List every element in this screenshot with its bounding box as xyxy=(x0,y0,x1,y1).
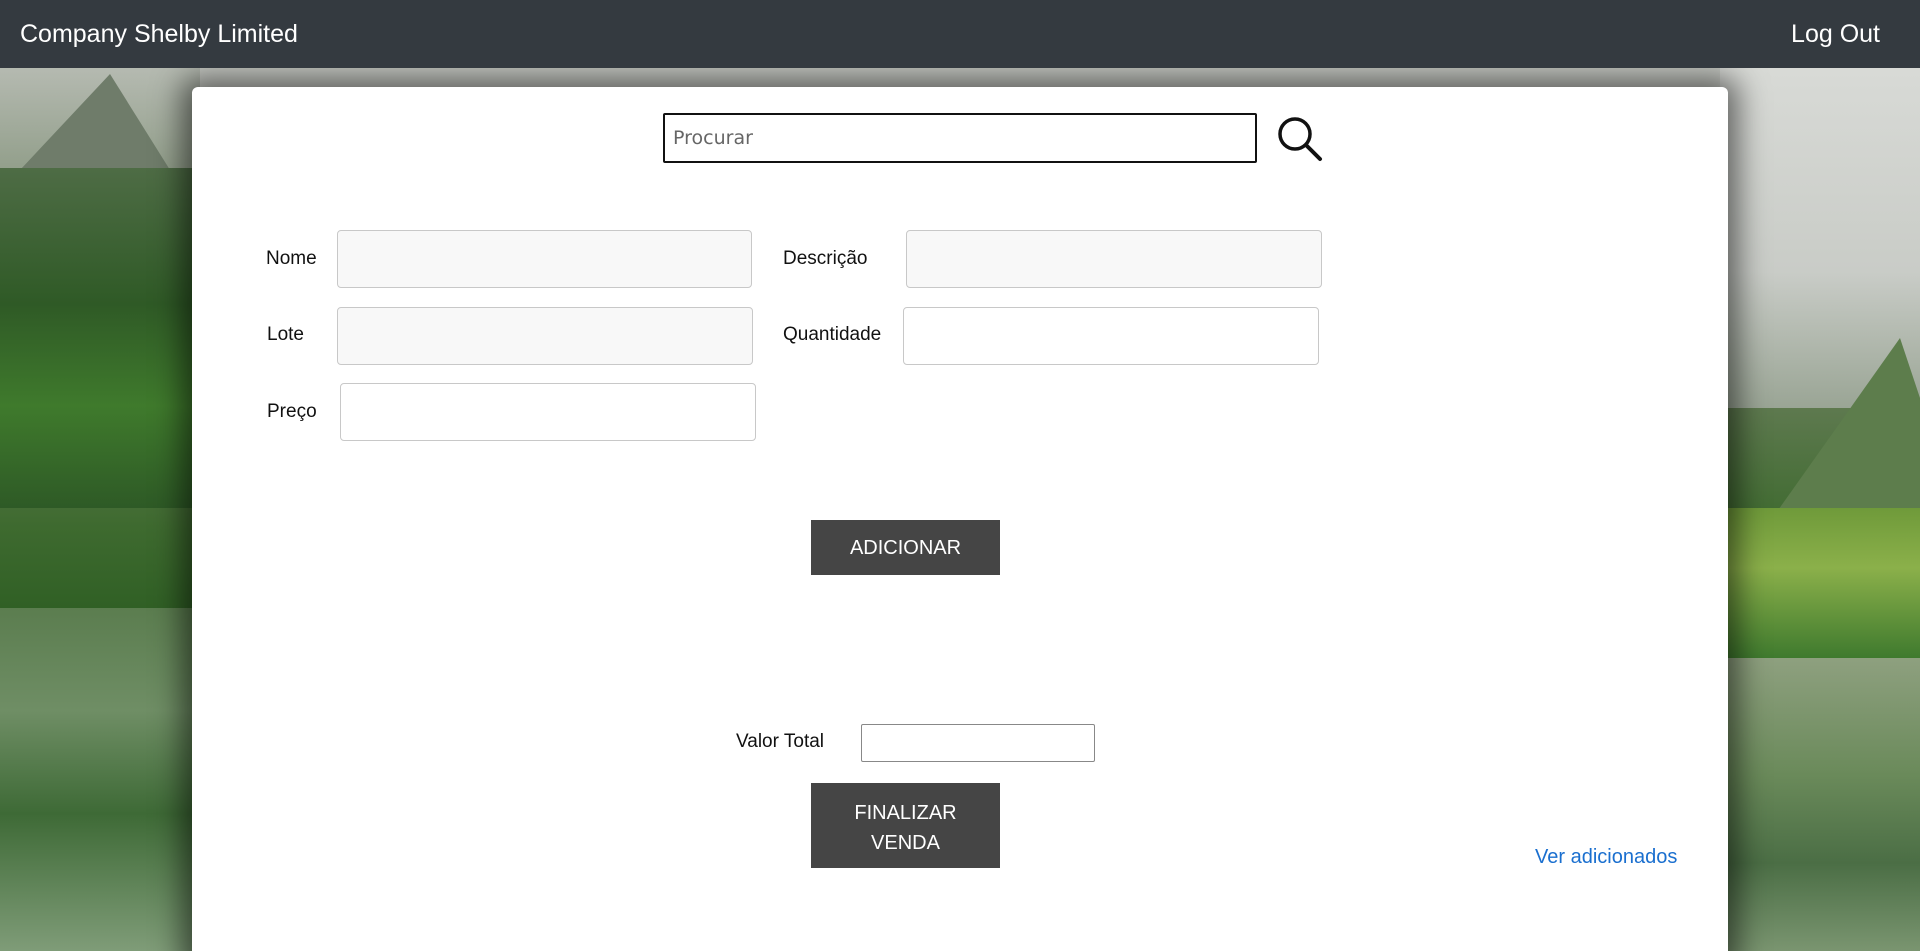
top-navbar: Company Shelby Limited Log Out xyxy=(0,0,1920,68)
valor-total-label: Valor Total xyxy=(736,731,825,752)
nome-label: Nome xyxy=(266,248,317,269)
logout-link[interactable]: Log Out xyxy=(1791,20,1880,49)
search-icon[interactable] xyxy=(1275,114,1323,162)
finalizar-line1: FINALIZAR xyxy=(854,801,957,824)
search-bar xyxy=(663,113,1323,163)
preco-label: Preço xyxy=(267,401,317,422)
finalizar-line2: VENDA xyxy=(871,831,940,854)
nome-input[interactable] xyxy=(337,230,752,288)
search-input[interactable] xyxy=(663,113,1257,163)
ver-adicionados-link[interactable]: Ver adicionados xyxy=(1535,846,1677,869)
descricao-label: Descrição xyxy=(783,248,868,269)
quantidade-input[interactable] xyxy=(903,307,1319,365)
adicionar-button[interactable]: ADICIONAR xyxy=(811,520,1000,575)
finalizar-venda-button[interactable]: FINALIZAR VENDA xyxy=(811,783,1000,868)
valor-total-input[interactable] xyxy=(861,724,1095,762)
preco-input[interactable] xyxy=(340,383,756,441)
lote-label: Lote xyxy=(267,324,304,345)
lote-input[interactable] xyxy=(337,307,753,365)
brand-title: Company Shelby Limited xyxy=(20,19,298,48)
quantidade-label: Quantidade xyxy=(783,324,882,345)
sales-form-card: Nome Descrição Lote Quantidade Preço ADI… xyxy=(192,87,1728,951)
descricao-input[interactable] xyxy=(906,230,1322,288)
